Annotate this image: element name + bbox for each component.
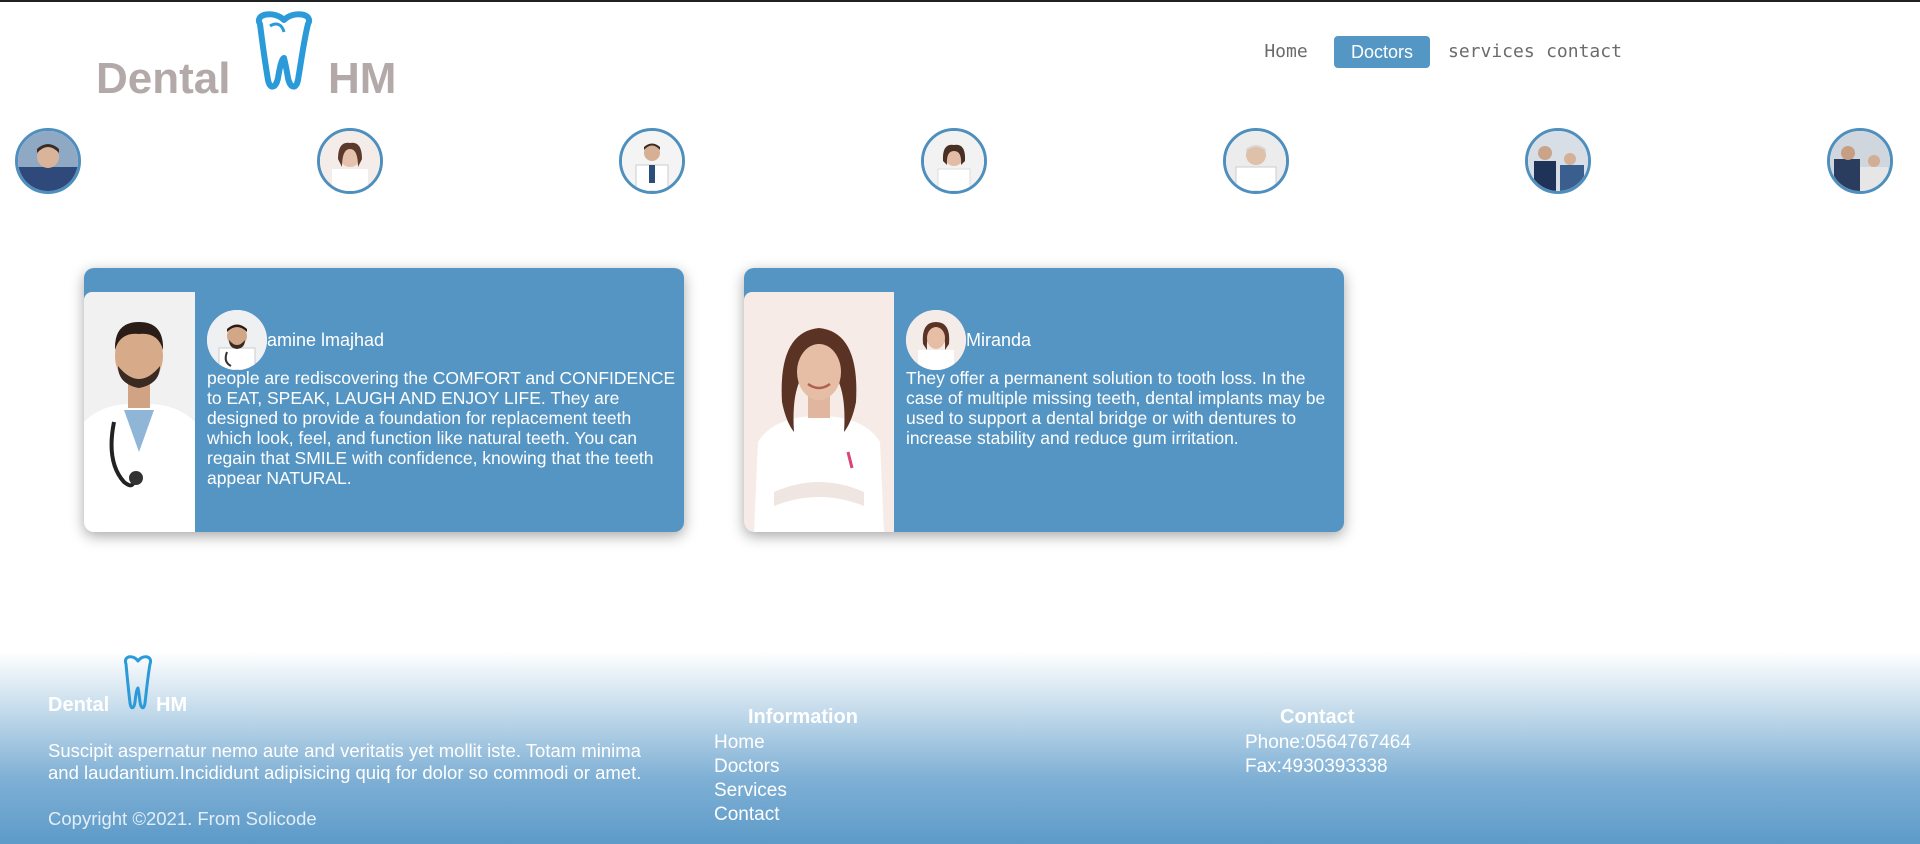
footer-about-text: Suscipit aspernatur nemo aute and verita… (48, 740, 642, 783)
doctor-card-2: Miranda They offer a permanent solution … (744, 268, 1344, 532)
doctor-portrait-icon (1830, 131, 1890, 191)
site-logo[interactable]: Dental HM (96, 10, 416, 103)
doctor-avatar-6[interactable] (1525, 128, 1591, 194)
doctor-portrait-icon (320, 131, 380, 191)
doctor-name: amine lmajhad (267, 330, 385, 350)
doctor-avatar-5[interactable] (1223, 128, 1289, 194)
doctor-portrait-icon (1528, 131, 1588, 191)
site-footer: Dental HM Suscipit aspernatur nemo aute … (0, 652, 1920, 844)
doctor-portrait-icon (207, 310, 267, 370)
nav-doctors[interactable]: Doctors (1334, 36, 1430, 68)
footer-information-heading: Information (748, 706, 858, 728)
nav-home[interactable]: Home (1250, 36, 1322, 68)
nav-contact[interactable]: contact (1544, 36, 1624, 68)
footer-link-doctors[interactable]: Doctors (714, 756, 779, 778)
doctor-photo (744, 292, 894, 532)
tooth-logo-icon (123, 655, 153, 710)
doctor-card-1: amine lmajhad people are rediscovering t… (84, 268, 684, 532)
footer-copyright: Copyright ©2021. From Solicode (48, 808, 317, 829)
footer-link-home[interactable]: Home (714, 732, 765, 754)
doctor-avatar-7[interactable] (1827, 128, 1893, 194)
doctor-name: Miranda (966, 330, 1032, 350)
doctor-portrait-icon (906, 310, 966, 370)
doctor-photo (84, 292, 195, 532)
nav-services[interactable]: services (1448, 36, 1535, 68)
doctor-portrait-icon (84, 292, 195, 532)
site-header: Dental HM Home Doctors services contact (0, 2, 1920, 122)
footer-logo-word-dental: Dental (48, 694, 110, 716)
footer-phone: Phone:0564767464 (1245, 732, 1411, 753)
doctor-avatar-1[interactable] (15, 128, 81, 194)
doctor-portrait-icon (924, 131, 984, 191)
doctor-portrait-icon (744, 292, 894, 532)
footer-logo[interactable]: Dental HM (48, 654, 208, 718)
doctor-avatar-4[interactable] (921, 128, 987, 194)
footer-fax: Fax:4930393338 (1245, 756, 1388, 777)
doctor-avatar-small (207, 310, 267, 370)
tooth-logo-icon (256, 11, 312, 90)
doctor-avatar-small (906, 310, 966, 370)
doctor-portrait-icon (1226, 131, 1286, 191)
doctor-avatar-row (0, 128, 1920, 194)
logo-word-hm: HM (328, 54, 397, 103)
doctor-portrait-icon (18, 131, 78, 191)
doctor-description: people are rediscovering the COMFORT and… (207, 368, 676, 488)
doctor-avatar-3[interactable] (619, 128, 685, 194)
footer-link-contact[interactable]: Contact (714, 804, 779, 826)
footer-contact-heading: Contact (1280, 706, 1355, 728)
footer-logo-word-hm: HM (156, 694, 188, 716)
doctor-portrait-icon (622, 131, 682, 191)
footer-link-services[interactable]: Services (714, 780, 787, 802)
logo-word-dental: Dental (96, 54, 231, 103)
doctor-description: They offer a permanent solution to tooth… (906, 368, 1326, 448)
doctor-avatar-2[interactable] (317, 128, 383, 194)
